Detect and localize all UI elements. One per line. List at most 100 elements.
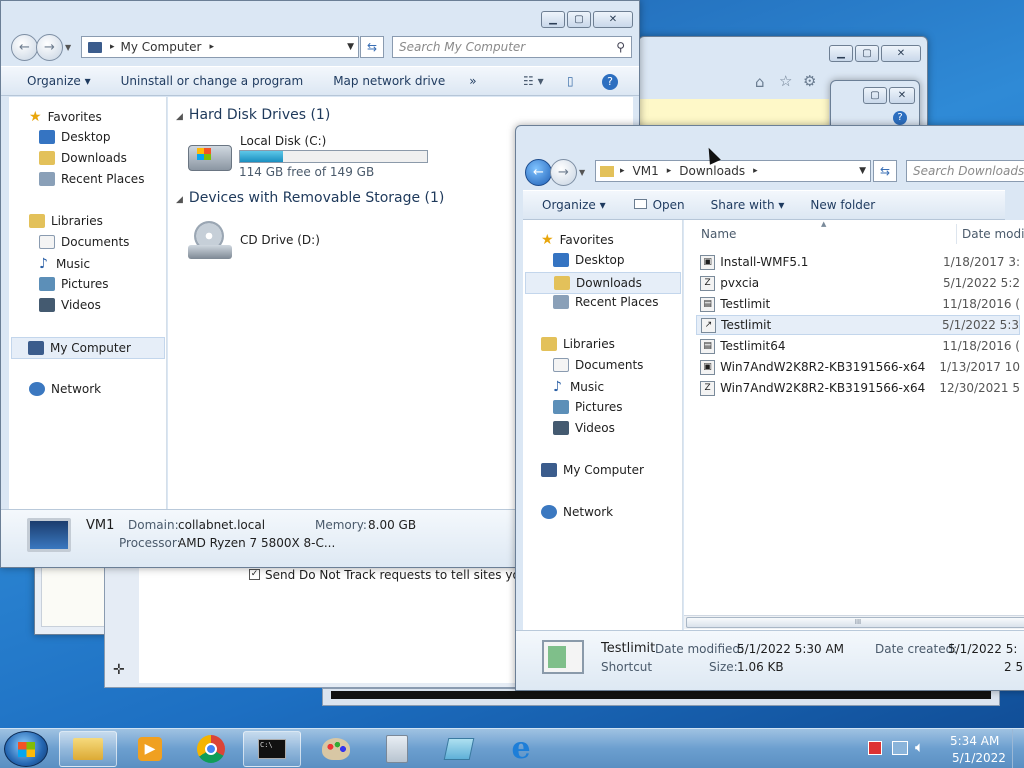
file-row[interactable]: ▤ Testlimit 11/18/2016 ( xyxy=(700,294,1020,314)
recent-pages-icon[interactable]: ▼ xyxy=(65,43,71,52)
action-center-tray-icon[interactable] xyxy=(892,741,908,755)
star-icon[interactable]: ☆ xyxy=(779,72,792,90)
taskbar-notepad[interactable] xyxy=(430,731,488,767)
breadcrumb-vm1[interactable]: VM1 xyxy=(633,164,659,178)
close-button[interactable]: ✕ xyxy=(889,87,915,104)
home-icon[interactable]: ⌂ xyxy=(755,73,765,91)
uninstall-program-button[interactable]: Uninstall or change a program xyxy=(103,74,316,88)
taskbar-calculator[interactable] xyxy=(368,731,426,767)
nav-network[interactable]: Network xyxy=(29,382,101,396)
network-icon xyxy=(541,505,557,519)
move-icon[interactable]: ✛ xyxy=(113,662,125,678)
organize-button[interactable]: Organize ▾ xyxy=(1,74,103,88)
refresh-button[interactable]: ⇆ xyxy=(873,160,897,182)
nav-network[interactable]: Network xyxy=(541,505,613,519)
horizontal-scrollbar[interactable]: III xyxy=(684,615,1024,629)
nav-downloads[interactable]: Downloads xyxy=(39,151,127,165)
file-row[interactable]: ▤ Testlimit64 11/18/2016 ( xyxy=(700,336,1020,356)
ie-icon: e xyxy=(511,731,531,766)
maximize-button[interactable]: ▢ xyxy=(863,87,887,104)
back-button[interactable]: ← xyxy=(525,159,552,186)
size-value: 1.06 KB xyxy=(737,660,784,674)
help-icon[interactable]: ? xyxy=(602,74,618,90)
taskbar-command-prompt[interactable]: C:\ xyxy=(243,731,301,767)
taskbar-media-player[interactable]: ▶ xyxy=(121,731,179,767)
more-commands-button[interactable]: » xyxy=(457,74,488,88)
nav-recent-places[interactable]: Recent Places xyxy=(553,295,658,309)
nav-music[interactable]: ♪ Music xyxy=(553,379,604,395)
nav-documents[interactable]: Documents xyxy=(553,358,643,372)
refresh-button[interactable]: ⇆ xyxy=(360,36,384,58)
documents-icon xyxy=(39,235,55,249)
open-button[interactable]: Open xyxy=(618,198,697,212)
share-with-button[interactable]: Share with ▾ xyxy=(697,198,797,212)
hard-disk-group-header[interactable]: ◢ Hard Disk Drives (1) xyxy=(176,107,330,123)
clock-time[interactable]: 5:34 AM xyxy=(950,734,999,748)
nav-recent-places[interactable]: Recent Places xyxy=(39,172,144,186)
maximize-button[interactable]: ▢ xyxy=(567,11,591,28)
forward-button[interactable]: → xyxy=(550,159,577,186)
nav-favorites[interactable]: ★ Favorites xyxy=(29,109,102,125)
close-button[interactable]: ✕ xyxy=(881,45,921,62)
dropdown-icon[interactable]: ▼ xyxy=(347,42,354,52)
forward-button[interactable]: → xyxy=(36,34,63,61)
taskbar-paint[interactable] xyxy=(307,731,365,767)
column-header-date[interactable]: Date modifi xyxy=(962,227,1024,241)
maximize-button[interactable]: ▢ xyxy=(855,45,879,62)
removable-group-header[interactable]: ◢ Devices with Removable Storage (1) xyxy=(176,190,444,206)
nav-videos[interactable]: Videos xyxy=(39,298,101,312)
search-input[interactable]: Search My Computer ⚲ xyxy=(392,36,632,58)
nav-my-computer[interactable]: My Computer xyxy=(541,463,644,477)
taskbar-chrome[interactable] xyxy=(182,731,240,767)
search-input[interactable]: Search Downloads xyxy=(906,160,1024,182)
file-row[interactable]: Zpvxcia 5/1/2022 5:2 xyxy=(700,273,1020,293)
nav-my-computer[interactable]: My Computer xyxy=(11,337,165,359)
breadcrumb-downloads[interactable]: Downloads xyxy=(679,164,745,178)
show-desktop-button[interactable] xyxy=(1012,729,1024,768)
start-button[interactable] xyxy=(4,731,48,767)
nav-libraries[interactable]: Libraries xyxy=(29,214,103,228)
nav-music[interactable]: ♪ Music xyxy=(39,256,90,272)
dropdown-icon[interactable]: ▼ xyxy=(859,166,866,176)
gear-icon[interactable]: ⚙ xyxy=(803,72,816,90)
nav-desktop[interactable]: Desktop xyxy=(553,253,625,267)
nav-pictures[interactable]: Pictures xyxy=(39,277,109,291)
nav-libraries[interactable]: Libraries xyxy=(541,337,615,351)
nav-downloads[interactable]: Downloads xyxy=(525,272,681,294)
dnt-checkbox[interactable]: ✓ xyxy=(249,569,260,580)
nav-documents[interactable]: Documents xyxy=(39,235,129,249)
file-date: 5/1/2022 5:3 xyxy=(941,318,1019,332)
new-folder-button[interactable]: New folder xyxy=(796,198,887,212)
file-row[interactable]: ▣ Win7AndW2K8R2-KB3191566-x64 1/13/2017 10 xyxy=(700,357,1020,377)
file-row[interactable]: ▣ Install-WMF5.1 1/18/2017 3: xyxy=(700,252,1020,272)
help-icon[interactable]: ? xyxy=(893,111,907,125)
preview-pane-icon[interactable]: ▯ xyxy=(555,74,586,88)
address-bar[interactable]: ▸ VM1 ▸ Downloads ▸ ▼ xyxy=(595,160,871,182)
back-button[interactable]: ← xyxy=(11,34,38,61)
nav-desktop[interactable]: Desktop xyxy=(39,130,111,144)
cd-drive-label[interactable]: CD Drive (D:) xyxy=(240,233,320,247)
file-row[interactable]: ↗ Testlimit 5/1/2022 5:3 xyxy=(696,315,1020,335)
view-options-icon[interactable]: ☷ ▾ xyxy=(511,74,556,88)
nav-pictures[interactable]: Pictures xyxy=(553,400,623,414)
scrollbar-thumb[interactable]: III xyxy=(686,617,1024,628)
close-button[interactable]: ✕ xyxy=(593,11,633,28)
column-header-name[interactable]: Name xyxy=(701,227,736,241)
local-disk-label[interactable]: Local Disk (C:) xyxy=(240,134,326,148)
details-pane: Testlimit Shortcut Date modified: 5/1/20… xyxy=(516,630,1024,690)
map-network-drive-button[interactable]: Map network drive xyxy=(315,74,457,88)
nav-favorites[interactable]: ★ Favorites xyxy=(541,232,614,248)
navigation-pane: ★ Favorites Desktop Downloads Recent Plac… xyxy=(9,97,167,509)
address-bar[interactable]: ▸ My Computer ▸ ▼ xyxy=(81,36,359,58)
volume-icon[interactable]: 🔈︎ xyxy=(915,738,924,756)
minimize-button[interactable]: ▁ xyxy=(829,45,853,62)
network-tray-icon[interactable] xyxy=(868,741,882,755)
recent-pages-icon[interactable]: ▼ xyxy=(579,168,585,177)
organize-button[interactable]: Organize ▾ xyxy=(523,198,618,212)
taskbar-internet-explorer[interactable]: e xyxy=(492,731,550,767)
file-row[interactable]: Z Win7AndW2K8R2-KB3191566-x64 12/30/2021 5 xyxy=(700,378,1020,398)
taskbar-explorer[interactable] xyxy=(59,731,117,767)
minimize-button[interactable]: ▁ xyxy=(541,11,565,28)
nav-videos[interactable]: Videos xyxy=(553,421,615,435)
clock-date[interactable]: 5/1/2022 xyxy=(952,751,1006,765)
